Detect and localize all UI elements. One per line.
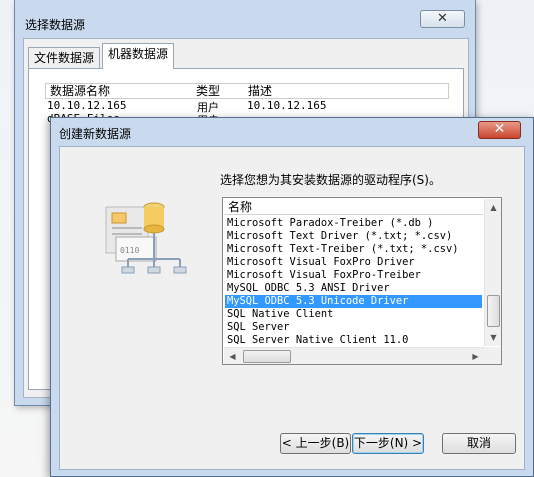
driver-item[interactable]: SQL Native Client — [225, 308, 482, 321]
driver-item[interactable]: Microsoft Paradox-Treiber (*.db ) — [225, 217, 482, 230]
scroll-down-arrow-icon[interactable]: ▼ — [485, 329, 502, 346]
create-new-data-source-dialog: 创建新数据源 ✕ 0110 选择您想为其安装数据源的驱动程序(S)。 名称 Mi… — [50, 117, 534, 477]
driver-item[interactable]: MySQL ODBC 5.3 ANSI Driver — [225, 282, 482, 295]
driver-listbox[interactable]: 名称 Microsoft Paradox-Treiber (*.db ) Mic… — [222, 197, 502, 365]
close-icon: ✕ — [437, 11, 448, 26]
vertical-scrollbar[interactable]: ▲ ▼ — [484, 199, 501, 346]
vertical-scroll-thumb[interactable] — [487, 295, 500, 327]
driver-item[interactable]: Microsoft Visual FoxPro-Treiber — [225, 269, 482, 282]
data-source-list-header: 数据源名称 类型 描述 — [45, 83, 449, 99]
scrollbar-corner — [484, 347, 501, 364]
tab-file-data-source[interactable]: 文件数据源 — [28, 47, 101, 69]
back-close-button[interactable]: ✕ — [420, 10, 465, 28]
scroll-up-arrow-icon[interactable]: ▲ — [485, 199, 502, 216]
front-dialog-title: 创建新数据源 — [59, 127, 132, 141]
driver-item[interactable]: SQL Server — [225, 321, 482, 334]
column-header-type[interactable]: 类型 — [196, 84, 220, 99]
column-header-desc[interactable]: 描述 — [248, 84, 272, 99]
close-icon: ✕ — [493, 121, 506, 137]
driver-item-selected[interactable]: MySQL ODBC 5.3 Unicode Driver — [225, 295, 482, 308]
column-header-name[interactable]: 数据源名称 — [50, 84, 110, 99]
driver-list-header[interactable]: 名称 — [224, 199, 483, 215]
driver-item[interactable]: Microsoft Text-Treiber (*.txt; *.csv) — [225, 243, 482, 256]
scroll-right-arrow-icon[interactable]: ▶ — [467, 348, 484, 365]
svg-text:0110: 0110 — [120, 246, 139, 255]
front-dialog-body: 0110 选择您想为其安装数据源的驱动程序(S)。 名称 Microsoft P… — [59, 146, 525, 470]
back-dialog-title: 选择数据源 — [25, 18, 86, 32]
driver-item[interactable]: Microsoft Visual FoxPro Driver — [225, 256, 482, 269]
horizontal-scroll-thumb[interactable] — [243, 350, 291, 363]
back-button[interactable]: < 上一步(B) — [280, 433, 351, 454]
cancel-button[interactable]: 取消 — [442, 433, 516, 454]
column-header-name: 名称 — [228, 200, 253, 214]
tab-machine-data-source[interactable]: 机器数据源 — [102, 43, 175, 69]
data-source-wizard-icon: 0110 — [105, 202, 187, 274]
front-close-button[interactable]: ✕ — [478, 121, 521, 139]
driver-item[interactable]: SQL Server Native Client 11.0 — [225, 334, 482, 347]
driver-prompt-label: 选择您想为其安装数据源的驱动程序(S)。 — [220, 173, 441, 187]
scroll-left-arrow-icon[interactable]: ◀ — [224, 348, 241, 365]
next-button[interactable]: 下一步(N) > — [352, 433, 424, 454]
horizontal-scrollbar[interactable]: ◀ ▶ — [224, 347, 484, 364]
driver-item[interactable]: Microsoft Text Driver (*.txt; *.csv) — [225, 230, 482, 243]
